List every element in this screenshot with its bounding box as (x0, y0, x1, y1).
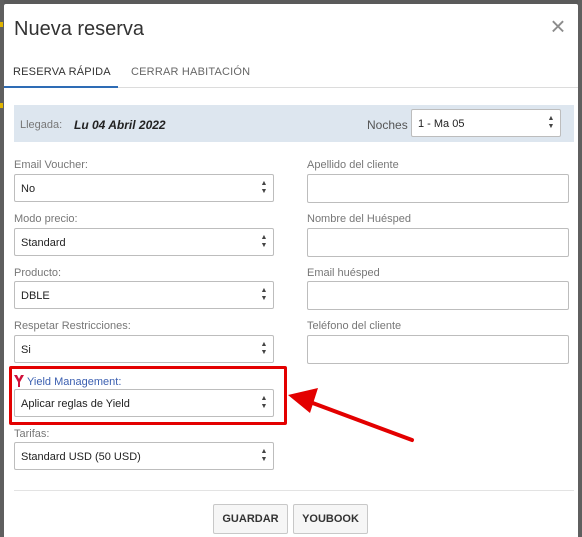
red-arrow-annotation (288, 388, 414, 442)
